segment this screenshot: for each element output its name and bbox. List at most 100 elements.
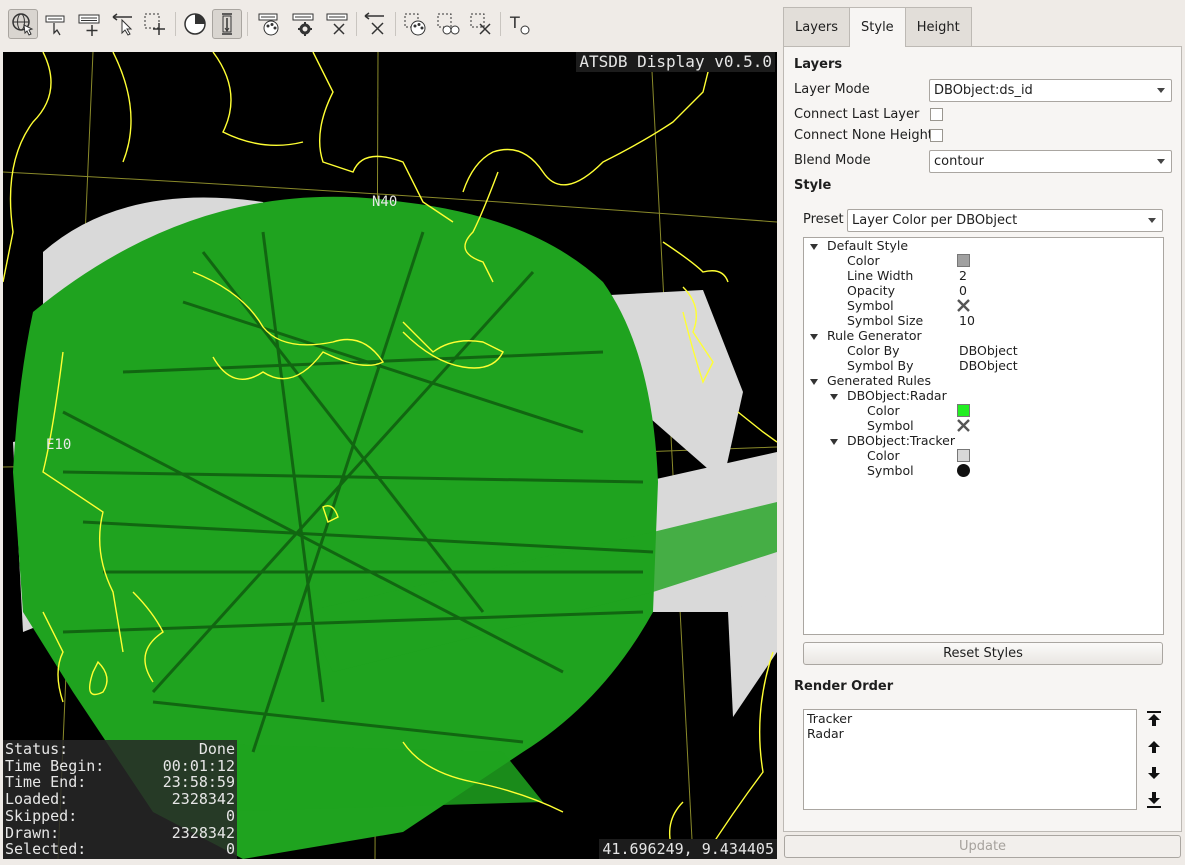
clear-selection-button[interactable] <box>360 9 390 39</box>
style-palette-button[interactable] <box>254 9 284 39</box>
blend-mode-label: Blend Mode <box>794 153 871 168</box>
tree-item-default-style[interactable]: Default Style <box>827 238 908 253</box>
style-panel: Layers Layer Mode DBObject:ds_id Connect… <box>783 46 1182 832</box>
toolbar-separator <box>500 12 501 36</box>
move-to-bottom-icon <box>1147 792 1161 808</box>
text-cursor-button[interactable]: T <box>505 9 535 39</box>
preset-select[interactable]: Layer Color per DBObject <box>847 209 1163 232</box>
render-order-item[interactable]: Radar <box>807 726 1133 741</box>
move-up-button[interactable] <box>1145 738 1163 756</box>
move-to-top-icon <box>1147 711 1161 726</box>
tree-item-symbol-by[interactable]: Symbol By <box>847 358 914 373</box>
status-row: Time Begin: 00:01:12 <box>5 758 235 775</box>
select-arrow-button[interactable] <box>108 9 138 39</box>
tree-item-symbol-size[interactable]: Symbol Size <box>847 313 923 328</box>
navigate-globe-button[interactable] <box>8 9 38 39</box>
radar-color-swatch[interactable] <box>957 404 970 417</box>
add-rect-icon <box>144 13 165 35</box>
chevron-down-icon <box>1157 88 1165 93</box>
line-width-value[interactable]: 2 <box>959 268 967 283</box>
expand-arrow-icon[interactable] <box>830 439 838 445</box>
render-order-item[interactable]: Tracker <box>807 711 1133 726</box>
symbol-by-value[interactable]: DBObject <box>959 358 1018 373</box>
status-label: Drawn: <box>5 823 60 842</box>
height-filter-button[interactable] <box>212 9 242 39</box>
tree-item-radar-color[interactable]: Color <box>867 403 900 418</box>
status-row: Status: Done <box>5 741 235 758</box>
color-by-value[interactable]: DBObject <box>959 343 1018 358</box>
style-section-title: Style <box>794 178 832 193</box>
default-color-swatch[interactable] <box>957 254 970 267</box>
tree-item-line-width[interactable]: Line Width <box>847 268 913 283</box>
expand-arrow-icon[interactable] <box>810 379 818 385</box>
status-row: Time End: 23:58:59 <box>5 774 235 791</box>
expand-arrow-icon[interactable] <box>810 244 818 250</box>
toolbar-separator <box>175 12 176 36</box>
blend-mode-select[interactable]: contour <box>929 150 1172 173</box>
move-to-top-button[interactable] <box>1145 710 1163 728</box>
select-circles-button[interactable] <box>433 9 463 39</box>
tab-bar: Layers Style Height <box>783 7 972 47</box>
tracker-color-swatch[interactable] <box>957 449 970 462</box>
navigate-globe-icon <box>12 13 34 36</box>
select-palette-button[interactable] <box>400 9 430 39</box>
select-arrow-icon <box>112 13 133 36</box>
time-filter-icon <box>184 13 206 35</box>
tree-item-color[interactable]: Color <box>847 253 880 268</box>
tree-item-tracker-color[interactable]: Color <box>867 448 900 463</box>
status-value: 23:58:59 <box>162 773 235 792</box>
opacity-value[interactable]: 0 <box>959 283 967 298</box>
status-label: Selected: <box>5 840 87 859</box>
connect-last-layer-label: Connect Last Layer <box>794 107 920 122</box>
connect-last-layer-checkbox[interactable] <box>930 108 943 121</box>
status-value: 2328342 <box>171 823 235 842</box>
move-to-bottom-button[interactable] <box>1145 791 1163 809</box>
tree-item-tracker[interactable]: DBObject:Tracker <box>847 433 955 448</box>
move-down-button[interactable] <box>1145 764 1163 782</box>
select-labels-button[interactable] <box>40 9 70 39</box>
chevron-down-icon <box>1148 218 1156 223</box>
style-tree[interactable]: Default Style Color Line Width 2 Opacity… <box>803 237 1164 635</box>
render-order-list[interactable]: Tracker Radar <box>803 709 1137 810</box>
status-overlay: Status: Done Time Begin: 00:01:12 Time End… <box>3 740 237 859</box>
circle-symbol-icon[interactable] <box>956 463 971 478</box>
tree-item-tracker-symbol[interactable]: Symbol <box>867 463 914 478</box>
tree-item-opacity[interactable]: Opacity <box>847 283 895 298</box>
expand-arrow-icon[interactable] <box>830 394 838 400</box>
map-title: ATSDB Display v0.5.0 <box>576 52 775 72</box>
connect-none-height-checkbox[interactable] <box>930 129 943 142</box>
label-settings-button[interactable] <box>288 9 318 39</box>
tree-item-rule-generator[interactable]: Rule Generator <box>827 328 922 343</box>
time-filter-button[interactable] <box>180 9 210 39</box>
chevron-down-icon <box>1157 159 1165 164</box>
map-canvas[interactable] <box>3 52 777 859</box>
tree-item-radar[interactable]: DBObject:Radar <box>847 388 947 403</box>
status-row: Selected: 0 <box>5 841 235 858</box>
add-label-button[interactable] <box>74 9 104 39</box>
clear-rect-button[interactable] <box>466 9 496 39</box>
cross-symbol-icon[interactable] <box>956 418 971 433</box>
tree-item-symbol[interactable]: Symbol <box>847 298 894 313</box>
clear-selection-icon <box>364 12 384 35</box>
toolbar: T <box>0 0 778 46</box>
tree-item-color-by[interactable]: Color By <box>847 343 900 358</box>
layers-section-title: Layers <box>794 57 843 72</box>
map-view[interactable]: ATSDB Display v0.5.0 N40 E10 Status: Done… <box>3 52 777 859</box>
tree-item-radar-symbol[interactable]: Symbol <box>867 418 914 433</box>
add-rect-button[interactable] <box>140 9 170 39</box>
clear-labels-button[interactable] <box>322 9 352 39</box>
tab-layers[interactable]: Layers <box>783 7 851 46</box>
style-palette-icon <box>258 13 279 36</box>
tab-height[interactable]: Height <box>904 7 972 46</box>
tab-style[interactable]: Style <box>849 7 906 47</box>
symbol-size-value[interactable]: 10 <box>959 313 975 328</box>
status-value: 0 <box>225 806 235 825</box>
update-button[interactable]: Update <box>784 835 1181 858</box>
reset-styles-button[interactable]: Reset Styles <box>803 642 1163 665</box>
expand-arrow-icon[interactable] <box>810 334 818 340</box>
cross-symbol-icon[interactable] <box>956 298 971 313</box>
tree-item-generated-rules[interactable]: Generated Rules <box>827 373 931 388</box>
render-order-title: Render Order <box>794 679 894 694</box>
layer-mode-select[interactable]: DBObject:ds_id <box>929 79 1172 102</box>
move-down-icon <box>1148 767 1160 779</box>
